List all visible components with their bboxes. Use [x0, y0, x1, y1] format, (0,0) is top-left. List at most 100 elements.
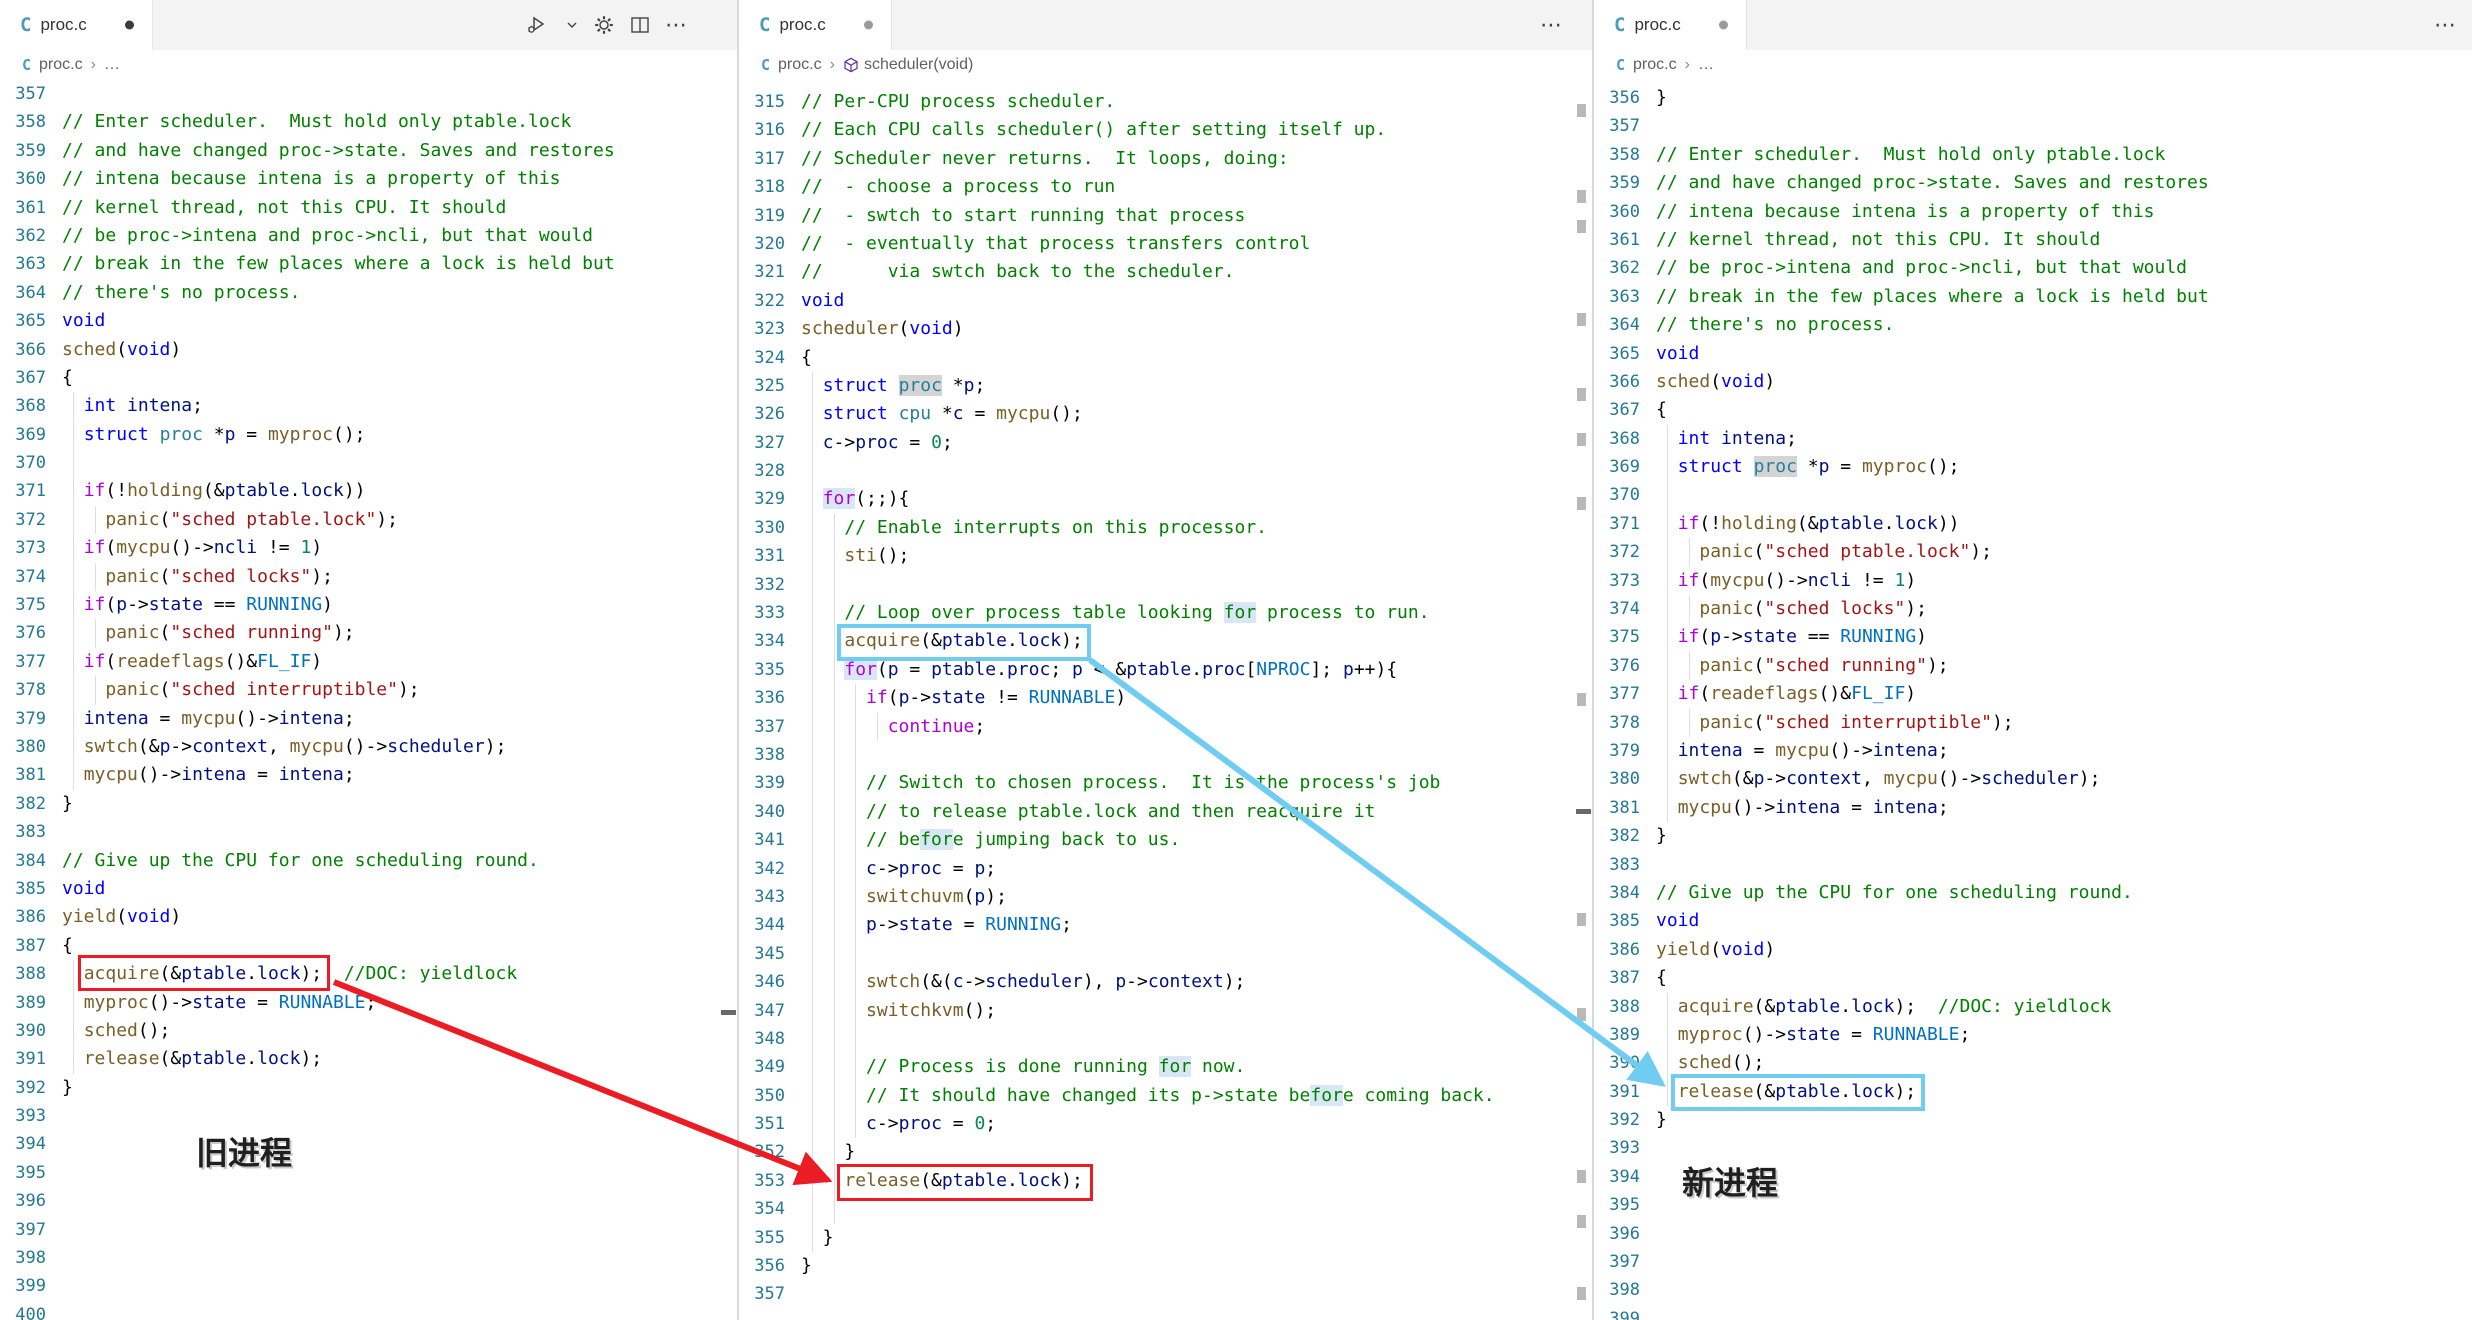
code-line[interactable]: 344 p->state = RUNNING; — [739, 911, 1592, 939]
breadcrumb-file[interactable]: proc.c — [778, 56, 822, 74]
code-line[interactable]: 373 if(mycpu()->ncli != 1) — [0, 534, 737, 562]
code-line[interactable]: 384// Give up the CPU for one scheduling… — [1594, 879, 2472, 907]
code-line[interactable]: 380 swtch(&p->context, mycpu()->schedule… — [1594, 765, 2472, 793]
code-line[interactable]: 398 — [1594, 1276, 2472, 1304]
code-line[interactable]: 357 — [0, 80, 737, 108]
code-line[interactable]: 372 panic("sched ptable.lock"); — [1594, 538, 2472, 566]
code-line[interactable]: 366sched(void) — [1594, 368, 2472, 396]
code-line[interactable]: 360// intena because intena is a propert… — [1594, 198, 2472, 226]
code-line[interactable]: 333 // Loop over process table looking f… — [739, 599, 1592, 627]
code-line[interactable]: 361// kernel thread, not this CPU. It sh… — [1594, 226, 2472, 254]
code-line[interactable]: 339 // Switch to chosen process. It is t… — [739, 769, 1592, 797]
code-line[interactable]: 392} — [0, 1074, 737, 1102]
code-line[interactable]: 370 — [1594, 481, 2472, 509]
code-line[interactable]: 356} — [739, 1252, 1592, 1280]
code-line[interactable]: 399 — [0, 1272, 737, 1300]
code-line[interactable]: 350 // It should have changed its p->sta… — [739, 1082, 1592, 1110]
code-line[interactable]: 335 for(p = ptable.proc; p < &ptable.pro… — [739, 656, 1592, 684]
code-line[interactable]: 392} — [1594, 1106, 2472, 1134]
code-line[interactable]: 383 — [1594, 851, 2472, 879]
code-line[interactable]: 320// - eventually that process transfer… — [739, 230, 1592, 258]
dirty-dot[interactable] — [125, 21, 134, 30]
code-line[interactable]: 322void — [739, 287, 1592, 315]
code-line[interactable]: 332 — [739, 571, 1592, 599]
code-line[interactable]: 359// and have changed proc->state. Save… — [0, 137, 737, 165]
breadcrumb-more[interactable]: … — [104, 56, 120, 74]
code-line[interactable]: 389 myproc()->state = RUNNABLE; — [1594, 1021, 2472, 1049]
code-line[interactable]: 390 sched(); — [0, 1017, 737, 1045]
code-line[interactable]: 385void — [1594, 907, 2472, 935]
code-line[interactable]: 324{ — [739, 344, 1592, 372]
code-line[interactable]: 388 acquire(&ptable.lock); //DOC: yieldl… — [1594, 993, 2472, 1021]
code-line[interactable]: 326 struct cpu *c = mycpu(); — [739, 400, 1592, 428]
code-line[interactable]: 365void — [0, 307, 737, 335]
code-line[interactable]: 393 — [1594, 1134, 2472, 1162]
code-line[interactable]: 334 acquire(&ptable.lock); — [739, 627, 1592, 655]
code-line[interactable]: 357 — [1594, 112, 2472, 140]
code-line[interactable]: 358// Enter scheduler. Must hold only pt… — [0, 108, 737, 136]
code-line[interactable]: 345 — [739, 940, 1592, 968]
code-line[interactable]: 400 — [0, 1301, 737, 1320]
run-debug-icon[interactable] — [525, 15, 551, 35]
code-line[interactable]: 316// Each CPU calls scheduler() after s… — [739, 116, 1592, 144]
code-editor[interactable]: 357358// Enter scheduler. Must hold only… — [0, 80, 737, 1320]
code-line[interactable]: 386yield(void) — [0, 903, 737, 931]
code-line[interactable]: 382} — [0, 790, 737, 818]
code-line[interactable]: 370 — [0, 449, 737, 477]
breadcrumb-symbol[interactable]: scheduler(void) — [843, 56, 973, 74]
code-line[interactable]: 388 acquire(&ptable.lock); //DOC: yieldl… — [0, 960, 737, 988]
code-line[interactable]: 395 — [1594, 1191, 2472, 1219]
code-line[interactable]: 374 panic("sched locks"); — [0, 563, 737, 591]
code-line[interactable]: 331 sti(); — [739, 542, 1592, 570]
code-line[interactable]: 373 if(mycpu()->ncli != 1) — [1594, 567, 2472, 595]
code-line[interactable]: 383 — [0, 818, 737, 846]
code-line[interactable]: 337 continue; — [739, 713, 1592, 741]
code-line[interactable]: 384// Give up the CPU for one scheduling… — [0, 847, 737, 875]
code-line[interactable]: 398 — [0, 1244, 737, 1272]
code-line[interactable]: 377 if(readeflags()&FL_IF) — [1594, 680, 2472, 708]
code-line[interactable]: 376 panic("sched running"); — [0, 619, 737, 647]
code-line[interactable]: 354 — [739, 1195, 1592, 1223]
code-line[interactable]: 343 switchuvm(p); — [739, 883, 1592, 911]
code-line[interactable]: 361// kernel thread, not this CPU. It sh… — [0, 194, 737, 222]
code-line[interactable]: 348 — [739, 1025, 1592, 1053]
code-line[interactable]: 366sched(void) — [0, 336, 737, 364]
code-line[interactable]: 349 // Process is done running for now. — [739, 1053, 1592, 1081]
code-line[interactable]: 364// there's no process. — [0, 279, 737, 307]
code-line[interactable]: 353 release(&ptable.lock); — [739, 1167, 1592, 1195]
code-line[interactable]: 367{ — [1594, 396, 2472, 424]
code-line[interactable]: 351 c->proc = 0; — [739, 1110, 1592, 1138]
code-line[interactable]: 380 swtch(&p->context, mycpu()->schedule… — [0, 733, 737, 761]
code-line[interactable]: 369 struct proc *p = myproc(); — [0, 421, 737, 449]
code-line[interactable]: 387{ — [0, 932, 737, 960]
code-line[interactable]: 394 — [0, 1130, 737, 1158]
code-line[interactable]: 390 sched(); — [1594, 1049, 2472, 1077]
code-line[interactable]: 330 // Enable interrupts on this process… — [739, 514, 1592, 542]
code-line[interactable]: 378 panic("sched interruptible"); — [0, 676, 737, 704]
code-line[interactable]: 374 panic("sched locks"); — [1594, 595, 2472, 623]
code-line[interactable]: 327 c->proc = 0; — [739, 429, 1592, 457]
code-line[interactable]: 336 if(p->state != RUNNABLE) — [739, 684, 1592, 712]
tab-proc-c[interactable]: C proc.c — [0, 0, 153, 50]
code-line[interactable]: 364// there's no process. — [1594, 311, 2472, 339]
code-line[interactable]: 389 myproc()->state = RUNNABLE; — [0, 989, 737, 1017]
code-line[interactable]: 317// Scheduler never returns. It loops,… — [739, 145, 1592, 173]
code-line[interactable]: 377 if(readeflags()&FL_IF) — [0, 648, 737, 676]
code-line[interactable]: 359// and have changed proc->state. Save… — [1594, 169, 2472, 197]
code-line[interactable]: 382} — [1594, 822, 2472, 850]
code-line[interactable]: 328 — [739, 457, 1592, 485]
code-line[interactable]: 363// break in the few places where a lo… — [1594, 283, 2472, 311]
code-line[interactable]: 360// intena because intena is a propert… — [0, 165, 737, 193]
code-line[interactable]: 379 intena = mycpu()->intena; — [1594, 737, 2472, 765]
more-actions-icon[interactable]: ⋯ — [665, 12, 687, 38]
code-line[interactable]: 396 — [0, 1187, 737, 1215]
code-line[interactable]: 393 — [0, 1102, 737, 1130]
code-line[interactable]: 362// be proc->intena and proc->ncli, bu… — [1594, 254, 2472, 282]
code-line[interactable]: 391 release(&ptable.lock); — [1594, 1078, 2472, 1106]
code-line[interactable]: 397 — [1594, 1248, 2472, 1276]
code-line[interactable]: 371 if(!holding(&ptable.lock)) — [1594, 510, 2472, 538]
code-line[interactable]: 338 — [739, 741, 1592, 769]
code-line[interactable]: 319// - swtch to start running that proc… — [739, 202, 1592, 230]
code-line[interactable]: 379 intena = mycpu()->intena; — [0, 705, 737, 733]
code-line[interactable]: 386yield(void) — [1594, 936, 2472, 964]
